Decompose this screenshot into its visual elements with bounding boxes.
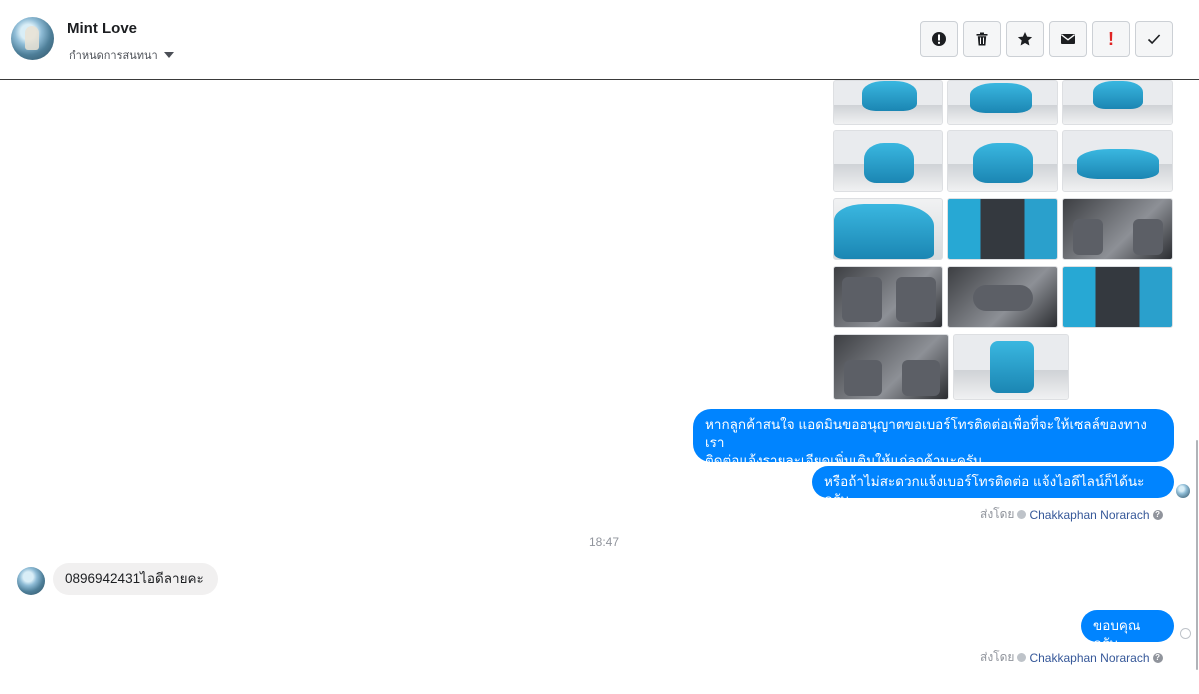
alert-icon: [932, 32, 946, 46]
sent-by-info: ส่งโดย Chakkaphan Norarach ?: [980, 648, 1163, 667]
outgoing-message[interactable]: ขอบคุณครับ: [1081, 610, 1174, 651]
car-photo[interactable]: [947, 80, 1058, 125]
car-photo[interactable]: [833, 334, 949, 400]
conversation-header: Mint Love กำหนดการสนทนา !: [0, 0, 1199, 80]
check-icon: [1147, 34, 1161, 45]
envelope-icon: [1061, 34, 1075, 44]
scrollbar-thumb[interactable]: [1196, 440, 1198, 670]
contact-avatar[interactable]: [11, 17, 54, 60]
delete-button[interactable]: [963, 21, 1001, 57]
star-button[interactable]: [1006, 21, 1044, 57]
trash-icon: [976, 32, 988, 46]
car-photo[interactable]: [1062, 80, 1173, 125]
help-icon[interactable]: ?: [1152, 652, 1163, 663]
action-toolbar: !: [920, 21, 1173, 57]
sent-by-label: ส่งโดย: [980, 650, 1015, 664]
contact-name[interactable]: Mint Love: [67, 20, 137, 37]
help-icon[interactable]: ?: [1152, 509, 1163, 520]
car-photo[interactable]: [947, 130, 1058, 192]
message-timestamp: 18:47: [588, 535, 620, 549]
star-icon: [1017, 32, 1033, 46]
mark-unread-button[interactable]: [1049, 21, 1087, 57]
caret-down-icon: [163, 52, 174, 58]
verified-icon: [1017, 510, 1027, 519]
outgoing-message-line: หากลูกค้าสนใจ แอดมินขออนุญาตขอเบอร์โทรติ…: [705, 417, 1147, 450]
car-photo[interactable]: [833, 130, 943, 192]
contact-avatar-small[interactable]: [17, 567, 45, 595]
outgoing-message[interactable]: หากลูกค้าสนใจ แอดมินขออนุญาตขอเบอร์โทรติ…: [693, 409, 1174, 468]
car-photo[interactable]: [947, 266, 1058, 328]
sent-by-info: ส่งโดย Chakkaphan Norarach ?: [980, 505, 1163, 524]
car-photo[interactable]: [833, 198, 943, 260]
outgoing-message[interactable]: หรือถ้าไม่สะดวกแจ้งเบอร์โทรติดต่อ แจ้งไอ…: [812, 466, 1174, 507]
priority-icon: !: [1108, 28, 1114, 49]
car-photo[interactable]: [1062, 266, 1173, 328]
car-photo[interactable]: [833, 80, 943, 125]
delivered-icon: [1180, 628, 1191, 639]
car-photo[interactable]: [947, 198, 1058, 260]
priority-button[interactable]: !: [1092, 21, 1130, 57]
car-photo[interactable]: [833, 266, 943, 328]
agent-name-link[interactable]: Chakkaphan Norarach: [1029, 651, 1149, 665]
done-button[interactable]: [1135, 21, 1173, 57]
sent-by-label: ส่งโดย: [980, 507, 1015, 521]
incoming-message[interactable]: 0896942431ไอดีลายคะ: [53, 563, 218, 595]
seen-avatar: [1176, 484, 1190, 498]
car-photo[interactable]: [953, 334, 1069, 400]
car-photo[interactable]: [1062, 198, 1173, 260]
spam-button[interactable]: [920, 21, 958, 57]
car-photo[interactable]: [1062, 130, 1173, 192]
conversation-setting-label: กำหนดการสนทนา: [69, 50, 158, 62]
verified-icon: [1017, 653, 1027, 662]
agent-name-link[interactable]: Chakkaphan Norarach: [1029, 508, 1149, 522]
conversation-setting-dropdown[interactable]: กำหนดการสนทนา: [69, 46, 174, 64]
